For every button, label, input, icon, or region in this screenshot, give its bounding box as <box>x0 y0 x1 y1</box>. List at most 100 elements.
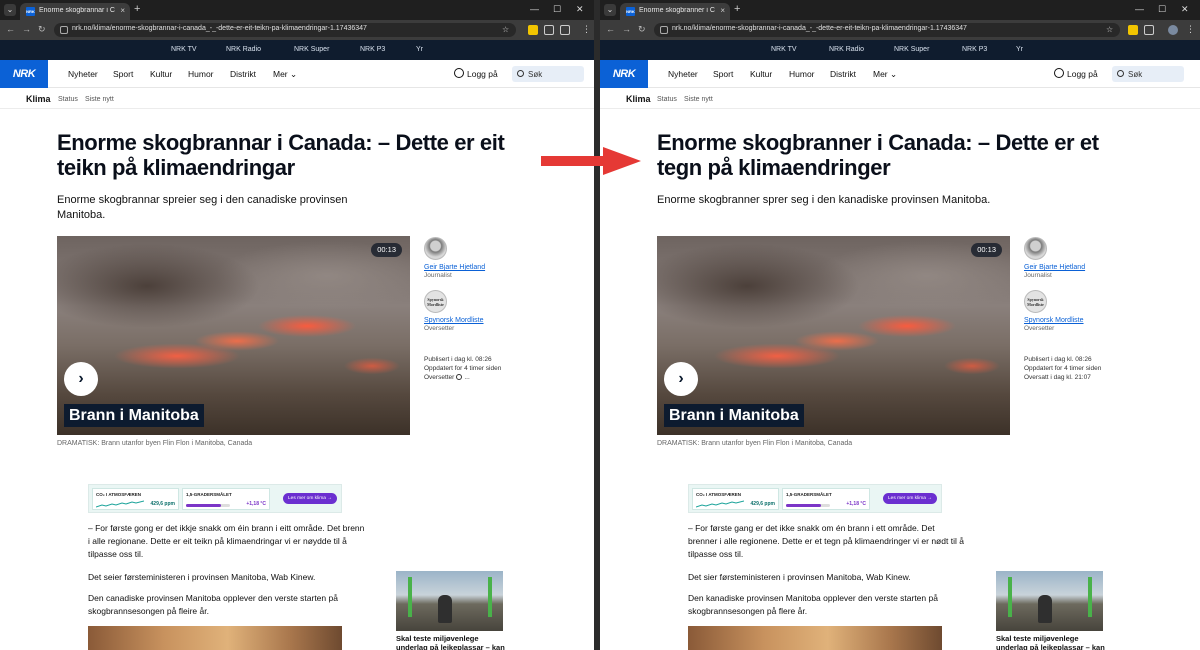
extension-yellow-icon[interactable] <box>528 25 538 35</box>
translator-meta: Oversetter... <box>424 374 470 381</box>
nrk-logo[interactable]: NRK <box>0 60 48 88</box>
degree-progress-fill <box>786 504 821 507</box>
new-tab-button[interactable]: + <box>134 3 140 15</box>
service-link-nrk-radio[interactable]: NRK Radio <box>226 46 261 53</box>
related-article-title[interactable]: Skal teste miljøvenlege underlag på leik… <box>996 634 1106 650</box>
journalist-name-link[interactable]: Geir Bjarte Hjetland <box>424 264 485 271</box>
url-field[interactable]: nrk.no/klima/enorme-skogbrannar-i-canada… <box>54 23 516 37</box>
nav-sport[interactable]: Sport <box>113 69 133 79</box>
login-link[interactable]: Logg på <box>467 69 498 79</box>
login-link[interactable]: Logg på <box>1067 69 1098 79</box>
search-box[interactable] <box>1112 66 1184 82</box>
subnav-siste-nytt-link[interactable]: Siste nytt <box>684 96 713 103</box>
video-player[interactable]: 00:13 › Brann i Manitoba <box>657 236 1010 435</box>
climate-widget[interactable]: CO₂ I ATMOSFÆREN 429,6 ppm 1,5-GRADERSMÅ… <box>688 484 942 513</box>
degree-box: 1,5-GRADERSMÅLET +1,18 °C <box>182 488 270 510</box>
translator-name-link[interactable]: Spynorsk Mordliste <box>424 317 484 324</box>
nav-mer[interactable]: Mer ⌄ <box>273 69 297 80</box>
climate-read-more-button[interactable]: Les mer om klima → <box>283 493 337 504</box>
service-link-nrk-p3[interactable]: NRK P3 <box>962 46 987 53</box>
tab-close-icon[interactable]: × <box>120 6 125 15</box>
maximize-button[interactable]: ☐ <box>1158 4 1166 15</box>
nav-kultur[interactable]: Kultur <box>150 69 172 79</box>
forward-button[interactable]: → <box>22 24 31 34</box>
user-smile-icon[interactable] <box>1054 68 1064 78</box>
loading-ring-icon <box>456 374 463 380</box>
menu-kebab-icon[interactable]: ⋮ <box>582 24 591 35</box>
service-link-nrk-radio[interactable]: NRK Radio <box>829 46 864 53</box>
new-tab-button[interactable]: + <box>734 3 740 15</box>
co2-sparkline <box>696 500 744 508</box>
nav-nyheter[interactable]: Nyheter <box>668 69 698 79</box>
subnav-siste-nytt-link[interactable]: Siste nytt <box>85 96 114 103</box>
bookmark-star-icon[interactable]: ☆ <box>502 25 509 34</box>
site-info-icon[interactable] <box>60 26 68 34</box>
tab-search-dropdown[interactable]: ⌄ <box>604 4 616 16</box>
nrk-logo[interactable]: NRK <box>600 60 648 88</box>
nav-distrikt[interactable]: Distrikt <box>830 69 856 79</box>
service-link-nrk-tv[interactable]: NRK TV <box>771 46 797 53</box>
co2-sparkline <box>96 500 144 508</box>
forward-button[interactable]: → <box>622 24 631 34</box>
url-text: nrk.no/klima/enorme-skogbrannar-i-canada… <box>672 25 967 32</box>
extension-yellow-icon[interactable] <box>1128 25 1138 35</box>
reload-button[interactable]: ↻ <box>638 24 646 35</box>
related-article-title[interactable]: Skal teste miljøvenlege underlag på leik… <box>396 634 506 650</box>
nav-sport[interactable]: Sport <box>713 69 733 79</box>
user-smile-icon[interactable] <box>454 68 464 78</box>
browser-tab[interactable]: NRK Enorme skogbranner i Canada: ... × <box>620 3 730 20</box>
reload-button[interactable]: ↻ <box>38 24 46 35</box>
search-input[interactable] <box>1128 68 1180 80</box>
service-link-yr[interactable]: Yr <box>416 46 423 53</box>
menu-kebab-icon[interactable]: ⋮ <box>1186 24 1195 35</box>
profile-avatar-icon[interactable] <box>1168 25 1178 35</box>
video-player[interactable]: 00:13 › Brann i Manitoba <box>57 236 410 435</box>
video-label: Brann i Manitoba <box>64 404 204 427</box>
service-link-nrk-p3[interactable]: NRK P3 <box>360 46 385 53</box>
climate-widget[interactable]: CO₂ I ATMOSFÆREN 429,6 ppm 1,5-GRADERSMÅ… <box>88 484 342 513</box>
climate-read-more-button[interactable]: Les mer om klima → <box>883 493 937 504</box>
extensions-puzzle-icon[interactable] <box>544 25 554 35</box>
article-paragraph: Det seier førsteministeren i provinsen M… <box>88 572 316 582</box>
section-klima-link[interactable]: Klima <box>26 94 51 104</box>
play-button[interactable]: › <box>64 362 98 396</box>
video-duration: 00:13 <box>971 243 1002 257</box>
back-button[interactable]: ← <box>606 24 615 34</box>
close-window-button[interactable]: ✕ <box>1181 4 1189 15</box>
extensions-puzzle-icon[interactable] <box>1144 25 1154 35</box>
browser-tab[interactable]: NRK Enorme skogbrannar i Canada: ... × <box>20 3 130 20</box>
journalist-name-link[interactable]: Geir Bjarte Hjetland <box>1024 264 1085 271</box>
section-klima-link[interactable]: Klima <box>626 94 651 104</box>
service-link-nrk-tv[interactable]: NRK TV <box>171 46 197 53</box>
nav-nyheter[interactable]: Nyheter <box>68 69 98 79</box>
site-info-icon[interactable] <box>660 26 668 34</box>
service-link-nrk-super[interactable]: NRK Super <box>894 46 929 53</box>
minimize-button[interactable]: — <box>1135 4 1144 14</box>
close-window-button[interactable]: ✕ <box>576 4 584 15</box>
translator-name-link[interactable]: Spynorsk Mordliste <box>1024 317 1084 324</box>
service-link-nrk-super[interactable]: NRK Super <box>294 46 329 53</box>
search-input[interactable] <box>528 68 580 80</box>
related-article-image[interactable] <box>396 571 503 631</box>
tab-close-icon[interactable]: × <box>720 6 725 15</box>
url-field[interactable]: nrk.no/klima/enorme-skogbrannar-i-canada… <box>654 23 1120 37</box>
nav-kultur[interactable]: Kultur <box>750 69 772 79</box>
maximize-button[interactable]: ☐ <box>553 4 561 15</box>
person-figure <box>1038 595 1052 623</box>
play-button[interactable]: › <box>664 362 698 396</box>
nav-humor[interactable]: Humor <box>789 69 815 79</box>
service-link-yr[interactable]: Yr <box>1016 46 1023 53</box>
nav-distrikt[interactable]: Distrikt <box>230 69 256 79</box>
related-article-image[interactable] <box>996 571 1103 631</box>
subnav-status-link[interactable]: Status <box>58 96 78 103</box>
tab-search-dropdown[interactable]: ⌄ <box>4 4 16 16</box>
bookmark-star-icon[interactable]: ☆ <box>1106 25 1113 34</box>
minimize-button[interactable]: — <box>530 4 539 14</box>
nav-humor[interactable]: Humor <box>188 69 214 79</box>
search-box[interactable] <box>512 66 584 82</box>
section-subnav: Klima Status Siste nytt <box>0 89 594 109</box>
subnav-status-link[interactable]: Status <box>657 96 677 103</box>
nav-mer[interactable]: Mer ⌄ <box>873 69 897 80</box>
side-panel-icon[interactable] <box>560 25 570 35</box>
back-button[interactable]: ← <box>6 24 15 34</box>
